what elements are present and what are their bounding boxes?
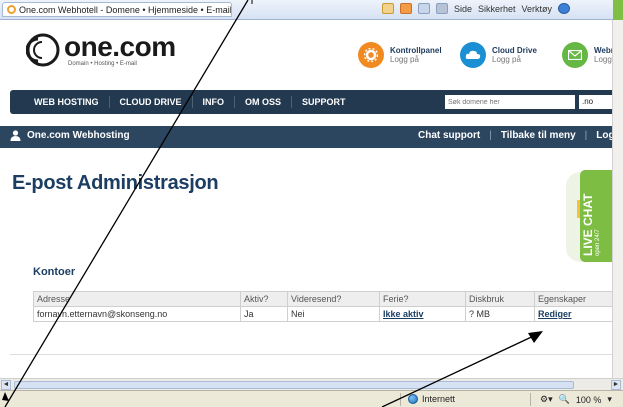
edit-account-link[interactable]: Rediger <box>538 309 572 319</box>
zone-label: Internett <box>422 394 456 404</box>
arrow-head-icon <box>528 331 543 343</box>
chevron-down-icon: ▾ <box>607 394 612 404</box>
logo-text: one.com <box>64 31 176 62</box>
site-header: one.com Domain • Hosting • E-mail Kontro… <box>0 20 623 84</box>
nav-web-hosting[interactable]: WEB HOSTING <box>24 96 110 108</box>
chat-support-link[interactable]: Chat support <box>418 130 480 141</box>
control-panel-title: Kontrollpanel <box>390 46 442 55</box>
link-divider: | <box>584 130 588 141</box>
vacation-status-link[interactable]: Ikke aktiv <box>383 309 424 319</box>
page-title: E-post Administrasjon <box>12 172 219 194</box>
live-chat-label: LIVE CHAT <box>581 193 595 256</box>
site-favicon-icon <box>7 5 16 14</box>
logo-tagline: Domain • Hosting • E-mail <box>68 61 137 67</box>
cloud-drive-title: Cloud Drive <box>492 46 537 55</box>
browser-toolbar: One.com Webhotell - Domene • Hjemmeside … <box>0 0 623 20</box>
link-divider: | <box>489 130 492 141</box>
col-forward: Videresend? <box>287 291 380 307</box>
domain-search-input[interactable] <box>445 95 575 109</box>
account-label: One.com Webhosting <box>27 130 130 141</box>
main-navbar: WEB HOSTING CLOUD DRIVE INFO OM OSS SUPP… <box>10 90 623 114</box>
browser-tab[interactable]: One.com Webhotell - Domene • Hjemmeside … <box>2 2 232 17</box>
table-row: fornavn.etternavn@skonseng.no Ja Nei Ikk… <box>33 306 616 322</box>
browser-tab-title: One.com Webhotell - Domene • Hjemmeside … <box>19 4 232 15</box>
cloud-drive-link[interactable]: Cloud Drive Logg på <box>460 42 537 68</box>
security-zone[interactable]: Internett <box>408 394 455 404</box>
logo-ring-icon <box>26 33 60 67</box>
account-address: fornavn.etternavn@skonseng.no <box>33 306 241 322</box>
col-address: Adresse <box>33 291 241 307</box>
onecom-logo[interactable]: one.com Domain • Hosting • E-mail <box>26 33 176 67</box>
user-icon <box>10 130 21 141</box>
account-subbar: One.com Webhosting Chat support | Tilbak… <box>0 126 623 148</box>
mail-icon <box>418 3 430 14</box>
help-button[interactable] <box>558 3 571 14</box>
tld-value: .no <box>582 97 594 106</box>
content-divider <box>10 354 620 355</box>
help-icon <box>558 3 571 14</box>
home-button[interactable] <box>382 3 394 14</box>
nav-info[interactable]: INFO <box>193 96 236 108</box>
vertical-scrollbar[interactable] <box>612 20 623 378</box>
zoom-control[interactable]: ⚙▾ 🔍 100 % ▾ <box>540 394 612 405</box>
scrollbar-thumb[interactable] <box>14 381 574 389</box>
mail-icon <box>562 42 588 68</box>
browser-statusbar: Internett ⚙▾ 🔍 100 % ▾ <box>0 390 623 407</box>
back-to-menu-link[interactable]: Tilbake til meny <box>501 130 576 141</box>
account-active: Ja <box>240 306 288 322</box>
nav-cloud-drive[interactable]: CLOUD DRIVE <box>110 96 193 108</box>
zoom-level: 100 % <box>575 394 602 405</box>
live-chat-hours: open 24/7 <box>595 229 601 256</box>
mail-button[interactable] <box>418 3 430 14</box>
safety-menu[interactable]: Sikkerhet <box>478 3 516 14</box>
horizontal-scrollbar[interactable]: ◄ ► <box>0 378 623 390</box>
page-menu[interactable]: Side <box>454 3 472 14</box>
accounts-table: Adresse Aktiv? Videresend? Ferie? Diskbr… <box>33 291 616 322</box>
accounts-section-title: Kontoer <box>33 266 76 278</box>
nav-support[interactable]: SUPPORT <box>292 96 356 108</box>
account-disk-usage: ? MB <box>465 306 535 322</box>
zoom-icon: 🔍 <box>558 394 570 404</box>
cloud-icon <box>460 42 486 68</box>
print-button[interactable] <box>436 3 448 14</box>
status-divider <box>530 393 531 406</box>
protected-mode-icon: ⚙▾ <box>540 394 553 404</box>
cloud-drive-login: Logg på <box>492 55 521 64</box>
gear-icon <box>358 42 384 68</box>
globe-icon <box>408 394 418 404</box>
browser-command-bar: Side Sikkerhet Verktøy <box>382 3 571 14</box>
control-panel-link[interactable]: Kontrollpanel Logg på <box>358 42 442 68</box>
col-vacation: Ferie? <box>379 291 466 307</box>
col-properties: Egenskaper <box>534 291 616 307</box>
tools-menu[interactable]: Verktøy <box>522 3 553 14</box>
col-disk: Diskbruk <box>465 291 535 307</box>
feed-icon <box>400 3 412 14</box>
status-divider <box>400 393 401 406</box>
scroll-right-icon[interactable]: ► <box>611 380 621 390</box>
feeds-button[interactable] <box>400 3 412 14</box>
live-chat-button[interactable]: LIVE CHAT open 24/7 <box>580 170 616 262</box>
nav-om-oss[interactable]: OM OSS <box>235 96 293 108</box>
table-header-row: Adresse Aktiv? Videresend? Ferie? Diskbr… <box>33 291 616 307</box>
print-icon <box>436 3 448 14</box>
scroll-left-icon[interactable]: ◄ <box>1 380 11 390</box>
toolbar-edge <box>613 0 623 20</box>
home-icon <box>382 3 394 14</box>
control-panel-login: Logg på <box>390 55 419 64</box>
account-forward: Nei <box>287 306 380 322</box>
col-active: Aktiv? <box>240 291 288 307</box>
